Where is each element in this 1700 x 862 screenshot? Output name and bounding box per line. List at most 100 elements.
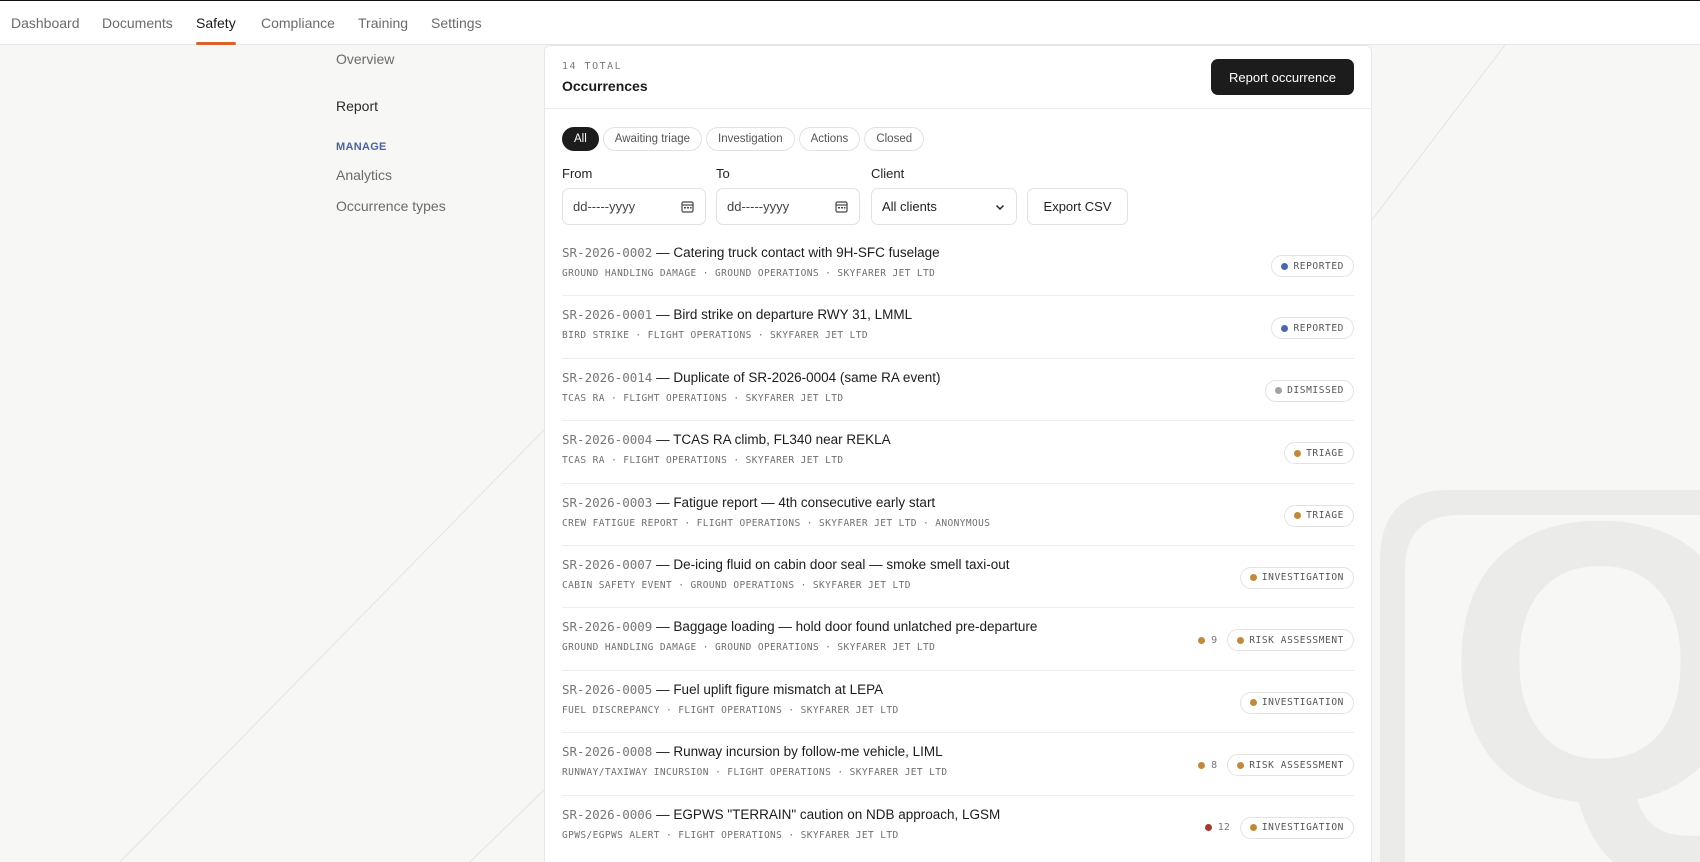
count-value: 9 (1211, 634, 1218, 646)
occurrence-id: SR-2026-0003 (562, 494, 653, 510)
nav-item-dashboard[interactable]: Dashboard (11, 15, 80, 45)
status-label: DISMISSED (1287, 385, 1344, 397)
svg-text:Q: Q (1445, 438, 1700, 862)
occurrence-title[interactable]: SR-2026-0009 — Baggage loading — hold do… (562, 619, 1037, 634)
tab-actions[interactable]: Actions (798, 127, 861, 151)
from-label: From (562, 166, 593, 181)
occurrence-id: SR-2026-0007 (562, 556, 653, 572)
status-label: REPORTED (1293, 322, 1344, 334)
list-item[interactable]: SR-2026-0001 — Bird strike on departure … (562, 296, 1354, 359)
occurrence-title[interactable]: SR-2026-0005 — Fuel uplift figure mismat… (562, 682, 883, 697)
sidebar-item-occurrence-types[interactable]: Occurrence types (336, 198, 446, 214)
row-status-group: INVESTIGATION (1239, 691, 1354, 714)
status-dot-icon (1281, 262, 1289, 270)
nav-item-compliance[interactable]: Compliance (261, 15, 335, 45)
list-item[interactable]: SR-2026-0008 — Runway incursion by follo… (562, 733, 1354, 796)
occurrences-card: 14 TOTAL Occurrences Report occurrence A… (544, 45, 1372, 862)
occurrence-summary: — Runway incursion by follow-me vehicle,… (652, 744, 943, 760)
occurrence-title[interactable]: SR-2026-0014 — Duplicate of SR-2026-0004… (562, 370, 940, 385)
nav-item-settings[interactable]: Settings (431, 15, 482, 45)
list-item[interactable]: SR-2026-0009 — Baggage loading — hold do… (562, 608, 1354, 671)
nav-item-documents[interactable]: Documents (102, 15, 173, 45)
comment-count: 8 (1198, 760, 1217, 771)
occurrence-id: SR-2026-0009 (562, 619, 653, 635)
occurrence-summary: — Duplicate of SR-2026-0004 (same RA eve… (652, 369, 941, 385)
tab-all[interactable]: All (562, 127, 599, 151)
occurrence-title[interactable]: SR-2026-0002 — Catering truck contact wi… (562, 245, 940, 260)
row-status-group: REPORTED (1271, 317, 1354, 340)
occurrence-title[interactable]: SR-2026-0004 — TCAS RA climb, FL340 near… (562, 432, 891, 447)
page-title: Occurrences (562, 78, 648, 94)
occurrence-title[interactable]: SR-2026-0001 — Bird strike on departure … (562, 307, 912, 322)
tab-investigation[interactable]: Investigation (706, 127, 795, 151)
nav-item-safety[interactable]: Safety (196, 15, 236, 45)
count-dot-icon (1198, 761, 1206, 769)
list-item[interactable]: SR-2026-0004 — TCAS RA climb, FL340 near… (562, 421, 1354, 484)
occurrence-title[interactable]: SR-2026-0007 — De-icing fluid on cabin d… (562, 557, 1009, 572)
top-navigation: Dashboard Documents Safety Compliance Traini… (0, 0, 1700, 45)
sidebar-item-report[interactable]: Report (336, 98, 378, 114)
occurrence-summary: — Fuel uplift figure mismatch at LEPA (652, 681, 884, 697)
occurrence-meta: GROUND HANDLING DAMAGE · GROUND OPERATIO… (562, 268, 936, 279)
list-item[interactable]: SR-2026-0007 — De-icing fluid on cabin d… (562, 546, 1354, 609)
tab-awaiting-triage[interactable]: Awaiting triage (602, 127, 703, 151)
nav-item-training[interactable]: Training (358, 15, 408, 45)
to-label: To (716, 166, 730, 181)
occurrence-meta: FUEL DISCREPANCY · FLIGHT OPERATIONS · S… (562, 704, 899, 716)
occurrence-meta: TCAS RA · FLIGHT OPERATIONS · SKYFARER J… (562, 455, 844, 467)
occurrence-id: SR-2026-0006 (562, 806, 653, 822)
occurrence-title[interactable]: SR-2026-0006 — EGPWS "TERRAIN" caution o… (562, 807, 1000, 822)
list-item[interactable]: SR-2026-0014 — Duplicate of SR-2026-0004… (562, 359, 1354, 422)
status-dot-icon (1281, 324, 1289, 332)
status-label: TRIAGE (1306, 510, 1344, 522)
sidebar-item-analytics[interactable]: Analytics (336, 167, 392, 183)
occurrence-id: SR-2026-0014 (562, 369, 653, 385)
card-header: 14 TOTAL Occurrences Report occurrence (545, 46, 1371, 109)
report-occurrence-button[interactable]: Report occurrence (1211, 59, 1354, 95)
status-badge: REPORTED (1271, 255, 1354, 277)
status-badge: REPORTED (1271, 317, 1354, 340)
occurrence-id: SR-2026-0008 (562, 744, 653, 760)
list-item[interactable]: SR-2026-0006 — EGPWS "TERRAIN" caution o… (562, 796, 1354, 858)
status-badge: DISMISSED (1265, 379, 1354, 402)
status-badge: INVESTIGATION (1239, 691, 1354, 714)
row-status-group: 9 RISK ASSESSMENT (1198, 629, 1354, 652)
from-date-input[interactable]: dd-----yyyy (562, 188, 706, 225)
status-dot-icon (1237, 761, 1245, 769)
list-item[interactable]: SR-2026-0005 — Fuel uplift figure mismat… (562, 671, 1354, 734)
status-label: REPORTED (1293, 260, 1344, 272)
occurrence-list: SR-2026-0002 — Catering truck contact wi… (562, 234, 1354, 858)
occurrence-meta: CREW FATIGUE REPORT · FLIGHT OPERATIONS … (562, 517, 991, 529)
sidebar-item-overview[interactable]: Overview (336, 51, 394, 67)
occurrence-summary: — Fatigue report — 4th consecutive early… (652, 494, 936, 510)
row-status-group: TRIAGE (1284, 442, 1354, 465)
calendar-icon (835, 201, 848, 213)
to-date-input[interactable]: dd-----yyyy (716, 188, 860, 225)
occurrence-meta: BIRD STRIKE · FLIGHT OPERATIONS · SKYFAR… (562, 330, 868, 342)
client-select[interactable]: All clients (871, 188, 1017, 225)
from-date-placeholder: dd-----yyyy (573, 199, 636, 214)
occurrence-id: SR-2026-0002 (562, 245, 653, 260)
tab-closed[interactable]: Closed (864, 127, 925, 151)
list-item[interactable]: SR-2026-0002 — Catering truck contact wi… (562, 234, 1354, 297)
occurrence-summary: — EGPWS "TERRAIN" caution on NDB approac… (652, 806, 1001, 822)
occurrence-title[interactable]: SR-2026-0003 — Fatigue report — 4th cons… (562, 495, 935, 510)
status-badge: INVESTIGATION (1239, 816, 1354, 839)
list-item[interactable]: SR-2026-0003 — Fatigue report — 4th cons… (562, 484, 1354, 546)
occurrence-meta: GROUND HANDLING DAMAGE · GROUND OPERATIO… (562, 642, 936, 654)
status-label: INVESTIGATION (1261, 697, 1344, 709)
occurrence-title[interactable]: SR-2026-0008 — Runway incursion by follo… (562, 744, 943, 759)
export-csv-button[interactable]: Export CSV (1027, 188, 1128, 225)
status-badge: RISK ASSESSMENT (1227, 754, 1354, 777)
occurrence-summary: — Baggage loading — hold door found unla… (652, 619, 1038, 635)
status-badge: RISK ASSESSMENT (1227, 629, 1354, 652)
count-dot-icon (1198, 636, 1206, 644)
calendar-icon (681, 201, 694, 213)
client-select-value: All clients (882, 199, 937, 214)
row-status-group: REPORTED (1271, 255, 1354, 277)
occurrence-meta: GPWS/EGPWS ALERT · FLIGHT OPERATIONS · S… (562, 829, 899, 841)
status-label: INVESTIGATION (1261, 822, 1344, 834)
status-dot-icon (1237, 636, 1245, 644)
comment-count: 9 (1198, 635, 1217, 646)
occurrence-id: SR-2026-0001 (562, 307, 653, 323)
